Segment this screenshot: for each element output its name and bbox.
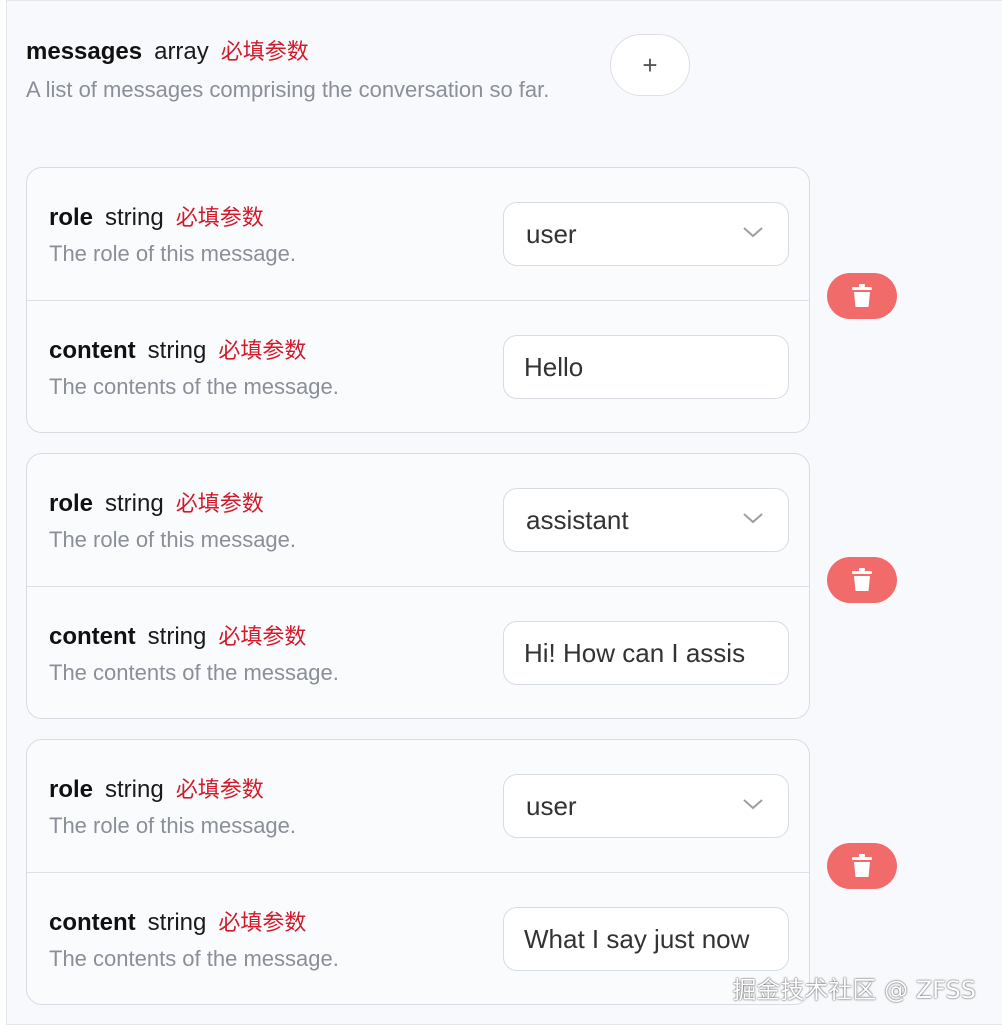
- trash-icon: [852, 284, 872, 307]
- message-item-card: role string 必填参数 The role of this messag…: [26, 739, 810, 1005]
- param-description: The contents of the message.: [49, 374, 339, 399]
- param-name: role: [49, 204, 94, 231]
- param-type: string: [105, 204, 164, 231]
- trash-icon: [852, 854, 872, 877]
- param-name: content: [49, 909, 136, 936]
- content-field-info: content string 必填参数 The contents of the …: [49, 619, 339, 691]
- param-name: content: [49, 337, 136, 364]
- role-field-info: role string 必填参数 The role of this messag…: [49, 772, 296, 844]
- message-item-card: role string 必填参数 The role of this messag…: [26, 167, 810, 433]
- add-message-button[interactable]: +: [610, 34, 690, 96]
- role-select[interactable]: assistant: [503, 488, 789, 552]
- messages-param-title: messages array 必填参数: [26, 34, 606, 66]
- content-input[interactable]: [503, 621, 789, 685]
- chevron-down-icon: [743, 513, 763, 524]
- panel-bottom-divider: [6, 1024, 1002, 1025]
- messages-param-header: messages array 必填参数 A list of messages c…: [26, 34, 606, 108]
- param-description: The contents of the message.: [49, 660, 339, 685]
- role-field-row: role string 必填参数 The role of this messag…: [27, 168, 809, 300]
- param-name: messages: [26, 38, 143, 65]
- role-field-info: role string 必填参数 The role of this messag…: [49, 486, 296, 558]
- role-field-info: role string 必填参数 The role of this messag…: [49, 200, 296, 272]
- role-field-row: role string 必填参数 The role of this messag…: [27, 454, 809, 586]
- chevron-down-icon: [743, 227, 763, 238]
- delete-message-button[interactable]: [827, 273, 897, 319]
- required-badge: 必填参数: [175, 492, 264, 517]
- role-select[interactable]: user: [503, 774, 789, 838]
- content-field-title: content string 必填参数: [49, 619, 339, 651]
- param-type: string: [147, 623, 207, 650]
- content-input[interactable]: [503, 335, 789, 399]
- content-field-title: content string 必填参数: [49, 905, 339, 937]
- content-field-title: content string 必填参数: [49, 333, 339, 365]
- param-name: content: [49, 623, 136, 650]
- param-type: string: [105, 490, 164, 517]
- message-item-card: role string 必填参数 The role of this messag…: [26, 453, 810, 719]
- role-select-value: assistant: [526, 505, 629, 535]
- content-input[interactable]: [503, 907, 789, 971]
- role-field-title: role string 必填参数: [49, 486, 296, 518]
- role-select-value: user: [526, 791, 577, 821]
- required-badge: 必填参数: [220, 40, 309, 65]
- required-badge: 必填参数: [175, 206, 264, 231]
- param-description: The role of this message.: [49, 527, 297, 552]
- content-field-row: content string 必填参数 The contents of the …: [27, 300, 809, 432]
- role-field-row: role string 必填参数 The role of this messag…: [27, 740, 809, 872]
- required-badge: 必填参数: [175, 778, 264, 803]
- param-description: The contents of the message.: [49, 946, 339, 971]
- role-field-title: role string 必填参数: [49, 772, 296, 804]
- param-description: A list of messages comprising the conver…: [26, 77, 550, 102]
- role-select[interactable]: user: [503, 202, 789, 266]
- required-badge: 必填参数: [218, 339, 307, 364]
- content-field-row: content string 必填参数 The contents of the …: [27, 872, 809, 1004]
- chevron-down-icon: [743, 799, 763, 810]
- role-field-title: role string 必填参数: [49, 200, 296, 232]
- param-description: The role of this message.: [49, 813, 297, 838]
- delete-message-button[interactable]: [827, 557, 897, 603]
- required-badge: 必填参数: [218, 911, 307, 936]
- content-field-row: content string 必填参数 The contents of the …: [27, 586, 809, 718]
- required-badge: 必填参数: [218, 625, 307, 650]
- content-field-info: content string 必填参数 The contents of the …: [49, 333, 339, 405]
- param-type: string: [147, 909, 207, 936]
- trash-icon: [852, 568, 872, 591]
- param-type: string: [105, 776, 164, 803]
- role-select-value: user: [526, 219, 577, 249]
- delete-message-button[interactable]: [827, 843, 897, 889]
- watermark: 掘金技术社区 @ ZFSS: [732, 976, 976, 1004]
- content-field-info: content string 必填参数 The contents of the …: [49, 905, 339, 977]
- param-type: string: [147, 337, 207, 364]
- param-description: The role of this message.: [49, 241, 297, 266]
- param-name: role: [49, 490, 94, 517]
- param-type: array: [154, 38, 209, 65]
- param-name: role: [49, 776, 94, 803]
